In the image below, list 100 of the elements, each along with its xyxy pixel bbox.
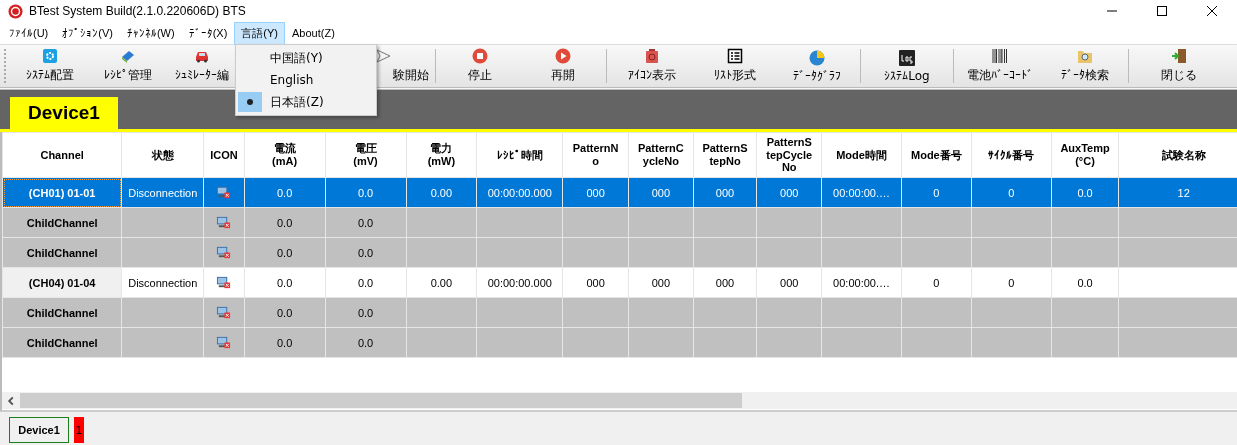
column-header[interactable]: 電力 (mW) <box>406 132 477 178</box>
toolbar-button[interactable]: 電池ﾊﾞｰｺｰﾄﾞ <box>956 45 1044 87</box>
toolbar-button[interactable]: ﾚｼﾋﾟ管理 <box>88 45 168 87</box>
table-cell: 0.0 <box>277 246 293 259</box>
column-header[interactable]: 試験名称 <box>1118 132 1237 178</box>
menu-option[interactable]: English <box>270 73 314 87</box>
device-icon <box>643 48 660 64</box>
table-cell: 00:00:00.000 <box>487 186 552 199</box>
table-cell: ChildChannel <box>26 216 98 229</box>
table-cell: 0.00 <box>430 276 453 289</box>
menu-item[interactable]: ﾌｧｲﾙ(U) <box>2 23 56 43</box>
column-header[interactable]: PatternC ycleNo <box>628 132 694 178</box>
column-header[interactable]: 電圧 (mV) <box>325 132 406 178</box>
pie-chart-icon <box>809 49 825 66</box>
exit-door-icon <box>1170 48 1187 64</box>
table-cell: 000 <box>715 186 735 199</box>
toolbar-button[interactable]: ｼｽﾃﾑLog <box>863 45 951 87</box>
toolbar-button[interactable]: 停止 <box>438 45 521 87</box>
table-cell: 0.0 <box>277 306 293 319</box>
table-cell: 0.0 <box>277 276 293 289</box>
table-cell: 0.0 <box>357 336 374 349</box>
column-header[interactable]: PatternN o <box>562 132 629 178</box>
toolbar-button[interactable]: ﾃﾞｰﾀｸﾞﾗﾌ <box>776 45 858 87</box>
table-cell: 0.0 <box>277 336 293 349</box>
column-header[interactable]: AuxTemp (°C) <box>1051 132 1119 178</box>
window-title: BTest System Build(2.1.0.220606D) BTS <box>29 4 246 18</box>
toolbar-button[interactable]: 再開 <box>521 45 604 87</box>
column-header[interactable]: 電流 (mA) <box>244 132 326 178</box>
device-tab[interactable]: Device1 <box>10 97 118 129</box>
table-cell: 0.0 <box>357 306 374 319</box>
table-cell: ChildChannel <box>26 246 98 259</box>
table-cell: 00:00:00.000 <box>487 276 552 289</box>
menu-item[interactable]: About(Z) <box>285 23 342 43</box>
toolbar-button[interactable]: ｼｭﾐﾚｰﾀｰ編 <box>168 45 235 87</box>
disconnected-computer-icon <box>216 215 232 230</box>
disconnected-computer-icon <box>216 305 232 320</box>
table-cell: Disconnection <box>128 276 198 289</box>
table-cell: 00:00:00.… <box>833 276 890 289</box>
table-cell: 0.0 <box>1077 276 1093 289</box>
toolbar-button[interactable]: ｼｽﾃﾑ配置 <box>12 45 88 87</box>
column-header[interactable]: PatternS tepNo <box>693 132 757 178</box>
table-cell: 0.0 <box>277 186 293 199</box>
send-icon <box>375 48 391 64</box>
table-cell: 0.0 <box>357 276 374 289</box>
toolbar-button[interactable]: 験開始 <box>375 45 433 87</box>
menu-item[interactable]: ﾃﾞｰﾀ(X) <box>181 23 235 43</box>
table-cell: 0.0 <box>1077 186 1093 199</box>
table-cell: 0.0 <box>357 246 374 259</box>
disconnected-computer-icon <box>216 185 232 200</box>
list-grid-icon <box>727 48 743 64</box>
table-cell: (CH04) 01-04 <box>28 276 96 289</box>
table-cell: 00:00:00.… <box>833 186 890 199</box>
table-cell: 000 <box>651 186 670 199</box>
column-header[interactable]: ｻｲｸﾙ番号 <box>971 132 1052 178</box>
table-cell: Disconnection <box>128 186 198 199</box>
menu-item[interactable]: ﾁｬﾝﾈﾙ(W) <box>119 23 182 43</box>
toolbar-button[interactable]: ｱｲｺﾝ表示 <box>609 45 694 87</box>
table-cell: 0 <box>1008 186 1015 199</box>
disconnected-computer-icon <box>216 275 232 290</box>
disconnected-computer-icon <box>216 245 232 260</box>
toolbar-button[interactable]: ﾃﾞｰﾀ検索 <box>1044 45 1126 87</box>
menu-option[interactable]: 日本語(Z) <box>270 93 324 111</box>
table-cell: 0 <box>1008 276 1015 289</box>
table-cell: 0 <box>933 276 940 289</box>
table-cell: 0.00 <box>430 186 453 199</box>
toolbar-button[interactable]: ﾘｽﾄ形式 <box>694 45 776 87</box>
table-cell: 000 <box>780 276 799 289</box>
toolbar-button[interactable]: 閉じる <box>1131 45 1226 87</box>
column-header[interactable]: PatternS tepCycle No <box>756 132 822 178</box>
table-cell: 000 <box>651 276 670 289</box>
table-cell: ChildChannel <box>26 336 98 349</box>
table-cell: 000 <box>586 276 605 289</box>
column-header[interactable]: Mode時間 <box>821 132 902 178</box>
column-header[interactable]: Mode番号 <box>901 132 972 178</box>
scrollbar-thumb[interactable] <box>20 393 742 408</box>
column-header[interactable]: ICON <box>203 132 245 178</box>
table-cell: 000 <box>715 276 735 289</box>
app-logo-icon <box>8 3 23 19</box>
column-header[interactable]: Channel <box>2 132 122 178</box>
table-cell: 0 <box>933 186 940 199</box>
column-header[interactable]: ﾚｼﾋﾟ時間 <box>476 132 563 178</box>
table-cell: ChildChannel <box>26 306 98 319</box>
table-cell: 0.0 <box>357 186 374 199</box>
device-button[interactable]: Device1 <box>9 417 69 443</box>
gear-icon <box>42 48 58 64</box>
table-cell: 000 <box>586 186 605 199</box>
table-cell: (CH01) 01-01 <box>28 186 96 199</box>
log-icon <box>899 49 915 66</box>
alarm-count-badge: 1 <box>74 417 84 443</box>
folder-search-icon <box>1077 48 1093 64</box>
menu-item[interactable]: 言語(Y) <box>234 21 285 45</box>
menu-item[interactable]: ｵﾌﾟｼｮﾝ(V) <box>55 23 120 43</box>
table-cell: 000 <box>780 186 799 199</box>
disconnected-computer-icon <box>216 335 232 350</box>
column-header[interactable]: 状態 <box>121 132 204 178</box>
menu-option[interactable]: 中国語(Y) <box>270 49 323 67</box>
book-icon <box>120 48 136 64</box>
barcode-icon <box>992 48 1008 64</box>
table-cell: 12 <box>1177 186 1190 199</box>
play-icon <box>554 48 571 64</box>
